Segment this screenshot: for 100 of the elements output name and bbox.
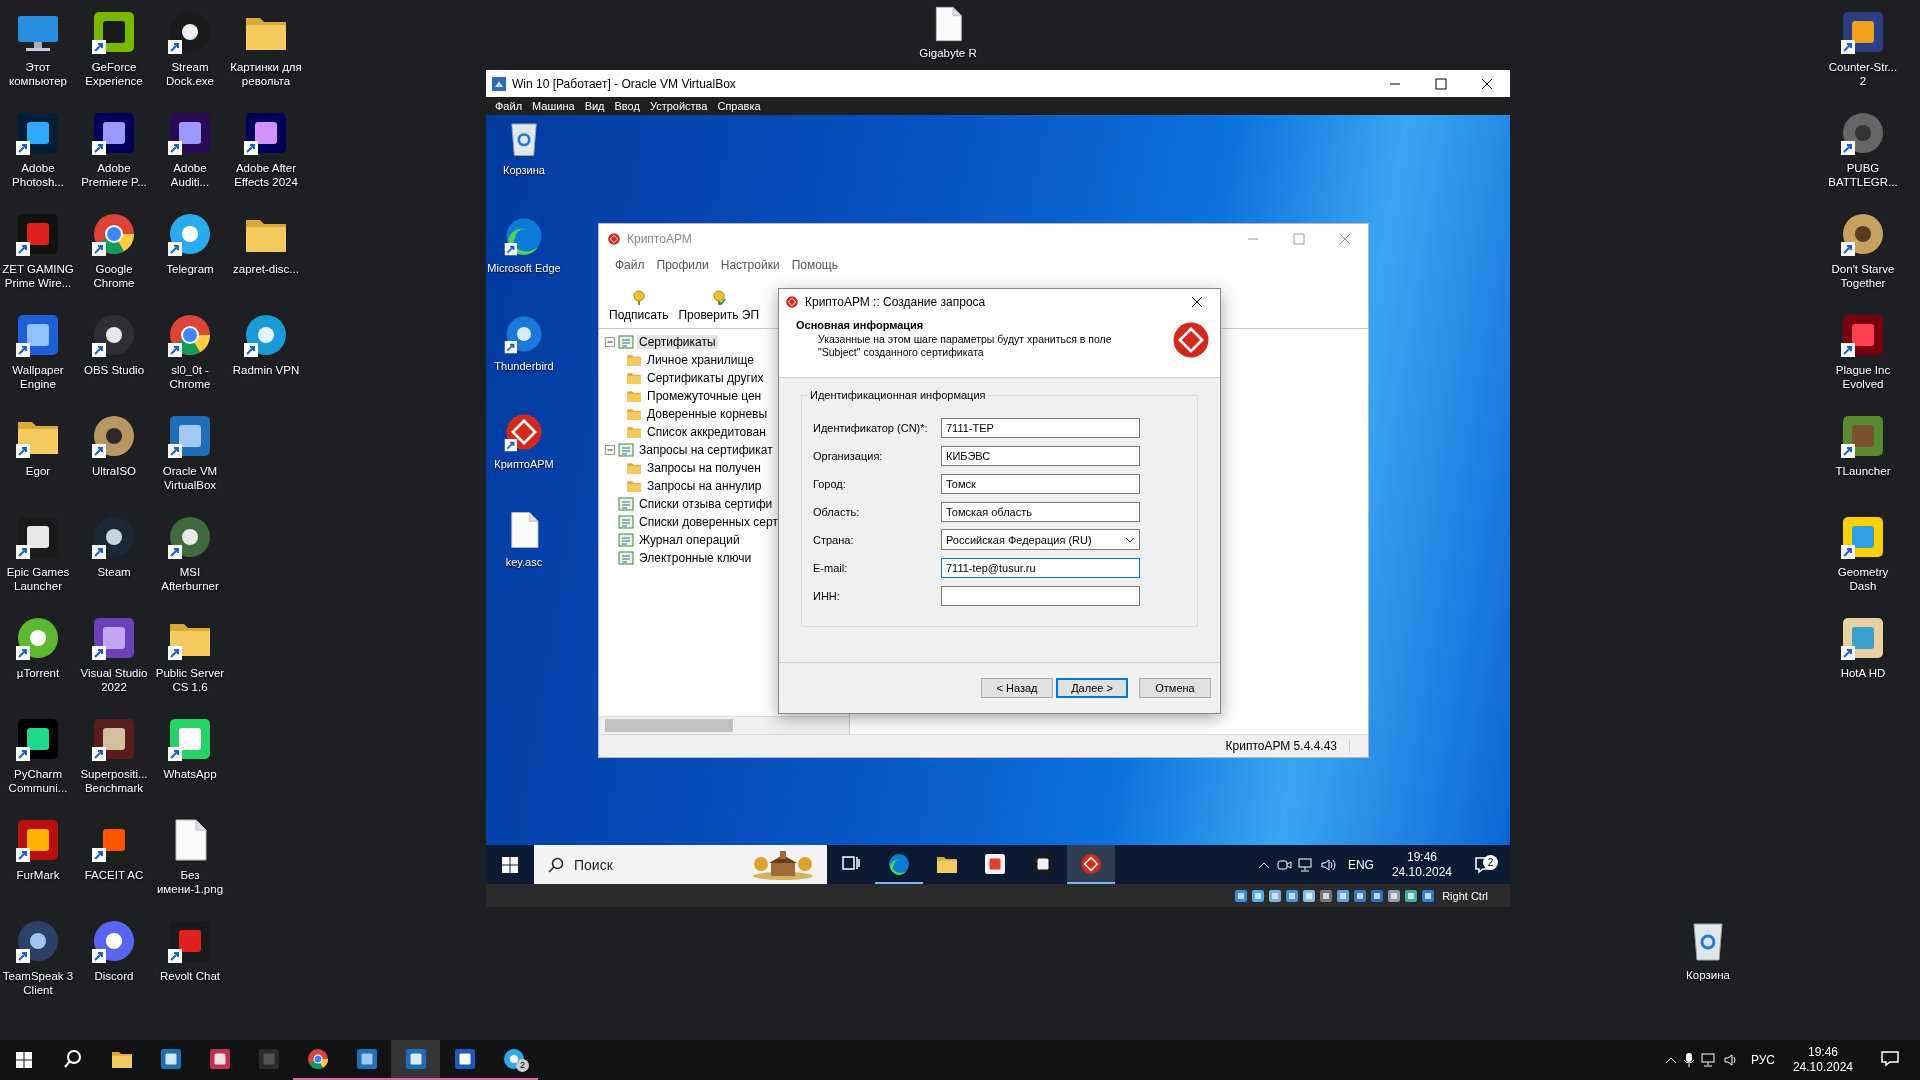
icon-label[interactable]: Adobe Photosh... bbox=[1, 161, 75, 189]
device-icon[interactable] bbox=[1421, 888, 1436, 903]
icon-label[interactable]: key.asc bbox=[487, 555, 561, 569]
icon-label[interactable]: ZET GAMING Prime Wire... bbox=[1, 262, 75, 290]
icon-label[interactable]: PUBG BATTLEGR... bbox=[1826, 161, 1900, 189]
icon-label[interactable]: MSI Afterburner bbox=[153, 565, 227, 593]
language-indicator[interactable]: РУС bbox=[1744, 1053, 1781, 1067]
tree-item[interactable]: Сертификаты других bbox=[645, 371, 766, 385]
dialog-button[interactable]: Далее > bbox=[1056, 678, 1128, 698]
icon-label[interactable]: Revolt Chat bbox=[153, 969, 227, 983]
icon-label[interactable]: PyCharm Communi... bbox=[1, 767, 75, 795]
icon-label[interactable]: Thunderbird bbox=[487, 359, 561, 373]
toolbar-button[interactable]: Проверить ЭП bbox=[678, 290, 759, 322]
icon-label[interactable]: Корзина bbox=[487, 163, 561, 177]
icon-label[interactable]: WhatsApp bbox=[153, 767, 227, 781]
search-field[interactable]: Поиск bbox=[534, 845, 827, 884]
icon-label[interactable]: Adobe Premiere P... bbox=[77, 161, 151, 189]
taskbar-button[interactable] bbox=[391, 1040, 440, 1080]
icon-label[interactable]: Egor bbox=[1, 464, 75, 478]
chevron-up-icon[interactable] bbox=[1257, 860, 1270, 869]
icon-label[interactable]: Discord bbox=[77, 969, 151, 983]
dialog-button[interactable]: Отмена bbox=[1139, 678, 1211, 698]
language-indicator[interactable]: ENG bbox=[1341, 857, 1380, 872]
icon-label[interactable]: HotA HD bbox=[1826, 666, 1900, 680]
device-icon[interactable] bbox=[1319, 888, 1334, 903]
tree-item[interactable]: Списки отзыва сертифи bbox=[637, 497, 775, 511]
device-icon[interactable] bbox=[1353, 888, 1368, 903]
tree-item[interactable]: Личное хранилище bbox=[645, 353, 756, 367]
icon-label[interactable]: Epic Games Launcher bbox=[1, 565, 75, 593]
icon-label[interactable]: FACEIT AC bbox=[77, 868, 151, 882]
network-icon[interactable] bbox=[1297, 856, 1314, 873]
icon-label[interactable]: КриптоАРМ bbox=[487, 457, 561, 471]
menu-item[interactable]: Устройства bbox=[644, 100, 713, 112]
menu-item[interactable]: Помощь bbox=[785, 258, 844, 272]
tree-item[interactable]: Сертификаты bbox=[637, 335, 718, 349]
volume-icon[interactable] bbox=[1722, 1052, 1739, 1068]
menu-item[interactable]: Настройки bbox=[714, 258, 786, 272]
toolbar-button[interactable]: Подписать bbox=[609, 290, 669, 322]
tree-item[interactable]: Журнал операций bbox=[637, 533, 742, 547]
icon-label[interactable]: Google Chrome bbox=[77, 262, 151, 290]
taskbar-button[interactable]: 2 bbox=[489, 1040, 538, 1080]
clock[interactable]: 19:46 24.10.2024 bbox=[1385, 849, 1458, 880]
icon-label[interactable]: Adobe After Effects 2024 bbox=[229, 161, 303, 189]
tree-item[interactable]: Списки доверенных серт bbox=[637, 515, 780, 529]
icon-label[interactable]: UltraISO bbox=[77, 464, 151, 478]
menu-item[interactable]: Файл bbox=[609, 258, 651, 272]
icon-label[interactable]: Stream Dock.exe bbox=[153, 60, 227, 88]
icon-label[interactable]: Gigabyte R bbox=[911, 46, 985, 60]
icon-label[interactable]: GeForce Experience bbox=[77, 60, 151, 88]
icon-label[interactable]: Visual Studio 2022 bbox=[77, 666, 151, 694]
icon-label[interactable]: Без имени-1.png bbox=[153, 868, 227, 896]
icon-label[interactable]: Steam bbox=[77, 565, 151, 579]
menu-item[interactable]: Справка bbox=[712, 100, 766, 112]
icon-label[interactable]: Oracle VM VirtualBox bbox=[153, 464, 227, 492]
icon-label[interactable]: Microsoft Edge bbox=[487, 261, 561, 275]
icon-label[interactable]: OBS Studio bbox=[77, 363, 151, 377]
text-field[interactable]: 7111-ТЕР bbox=[941, 417, 1140, 438]
icon-label[interactable]: Adobe Auditi... bbox=[153, 161, 227, 189]
dialog-button[interactable]: < Назад bbox=[981, 678, 1053, 698]
icon-label[interactable]: Plague Inc Evolved bbox=[1826, 363, 1900, 391]
icon-label[interactable]: µTorrent bbox=[1, 666, 75, 680]
icon-label[interactable]: FurMark bbox=[1, 868, 75, 882]
menu-item[interactable]: Профили bbox=[650, 258, 715, 272]
notification-button[interactable]: 2 bbox=[1464, 855, 1504, 874]
microphone-icon[interactable] bbox=[1682, 1052, 1695, 1068]
taskbar-button[interactable] bbox=[1067, 845, 1115, 884]
device-icon[interactable] bbox=[1404, 888, 1419, 903]
collapse-toggle[interactable] bbox=[605, 445, 615, 455]
menu-item[interactable]: Вид bbox=[579, 100, 610, 112]
network-icon[interactable] bbox=[1700, 1052, 1717, 1068]
device-icon[interactable] bbox=[1302, 888, 1317, 903]
device-icon[interactable] bbox=[1251, 888, 1266, 903]
icon-label[interactable]: Superpositi... Benchmark bbox=[77, 767, 151, 795]
icon-label[interactable]: zapret-disc... bbox=[229, 262, 303, 276]
chevron-up-icon[interactable] bbox=[1664, 1056, 1677, 1064]
icon-label[interactable]: Картинки для револьта bbox=[229, 60, 303, 88]
device-icon[interactable] bbox=[1234, 888, 1249, 903]
icon-label[interactable]: Корзина bbox=[1671, 968, 1745, 982]
menu-item[interactable]: Машина bbox=[527, 100, 580, 112]
device-icon[interactable] bbox=[1285, 888, 1300, 903]
icon-label[interactable]: Wallpaper Engine bbox=[1, 363, 75, 391]
icon-label[interactable]: Radmin VPN bbox=[229, 363, 303, 377]
tree-item[interactable]: Запросы на сертификат bbox=[637, 443, 775, 457]
icon-label[interactable]: TLauncher bbox=[1826, 464, 1900, 478]
text-field[interactable]: 7111-tep@tusur.ru bbox=[941, 557, 1140, 578]
device-icon[interactable] bbox=[1268, 888, 1283, 903]
tree-item[interactable]: Список аккредитован bbox=[645, 425, 768, 439]
menu-item[interactable]: Файл bbox=[490, 100, 528, 112]
tree-item[interactable]: Запросы на аннулир bbox=[645, 479, 764, 493]
device-icon[interactable] bbox=[1387, 888, 1402, 903]
tree-item[interactable]: Запросы на получен bbox=[645, 461, 763, 475]
device-icon[interactable] bbox=[1370, 888, 1385, 903]
volume-icon[interactable] bbox=[1319, 856, 1336, 873]
icon-label[interactable]: Public Server CS 1.6 bbox=[153, 666, 227, 694]
icon-label[interactable]: Этот компьютер bbox=[1, 60, 75, 88]
collapse-toggle[interactable] bbox=[605, 337, 615, 347]
text-field[interactable] bbox=[941, 585, 1140, 606]
menu-item[interactable]: Ввод bbox=[609, 100, 645, 112]
horizontal-scrollbar[interactable] bbox=[599, 716, 849, 734]
icon-label[interactable]: Don't Starve Together bbox=[1826, 262, 1900, 290]
